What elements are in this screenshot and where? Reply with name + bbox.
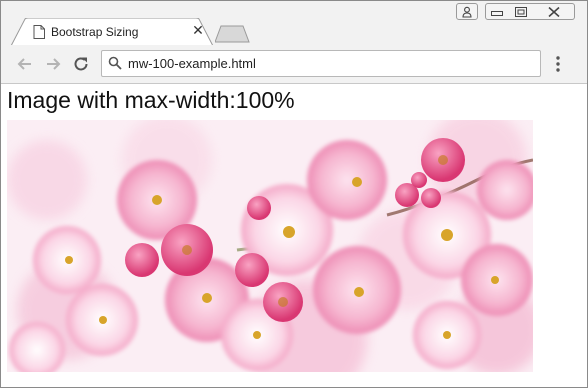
close-window-button[interactable] <box>533 3 575 20</box>
tab-close-icon[interactable]: ✕ <box>191 23 205 37</box>
search-icon <box>108 56 122 70</box>
address-text[interactable]: mw-100-example.html <box>128 56 256 71</box>
reload-button[interactable] <box>71 54 91 74</box>
browser-window: Bootstrap Sizing ✕ mw-100-example.html I… <box>0 0 588 388</box>
minimize-icon <box>491 10 503 16</box>
forward-button[interactable] <box>43 54 63 74</box>
arrow-left-icon <box>17 58 31 70</box>
restore-icon <box>514 6 527 17</box>
browser-toolbar: mw-100-example.html <box>1 45 587 84</box>
profile-button[interactable] <box>456 3 478 20</box>
page-heading: Image with max-width:100% <box>7 87 295 113</box>
cherry-blossom-image <box>7 120 533 372</box>
arrow-right-icon <box>47 58 61 70</box>
tab-strip: Bootstrap Sizing ✕ <box>1 1 587 46</box>
close-icon <box>547 6 560 17</box>
new-tab-button[interactable] <box>215 25 251 43</box>
page-content: Image with max-width:100% <box>1 84 587 387</box>
page-icon <box>33 25 45 39</box>
back-button[interactable] <box>15 54 35 74</box>
maximize-button[interactable] <box>508 3 534 20</box>
address-bar[interactable]: mw-100-example.html <box>101 50 541 77</box>
vertical-dots-icon <box>556 56 560 72</box>
tab-title: Bootstrap Sizing <box>51 25 139 39</box>
minimize-button[interactable] <box>485 3 509 20</box>
tab-bootstrap-sizing[interactable]: Bootstrap Sizing ✕ <box>11 18 213 46</box>
menu-button[interactable] <box>550 54 566 74</box>
person-icon <box>462 6 472 17</box>
reload-icon <box>74 57 88 71</box>
